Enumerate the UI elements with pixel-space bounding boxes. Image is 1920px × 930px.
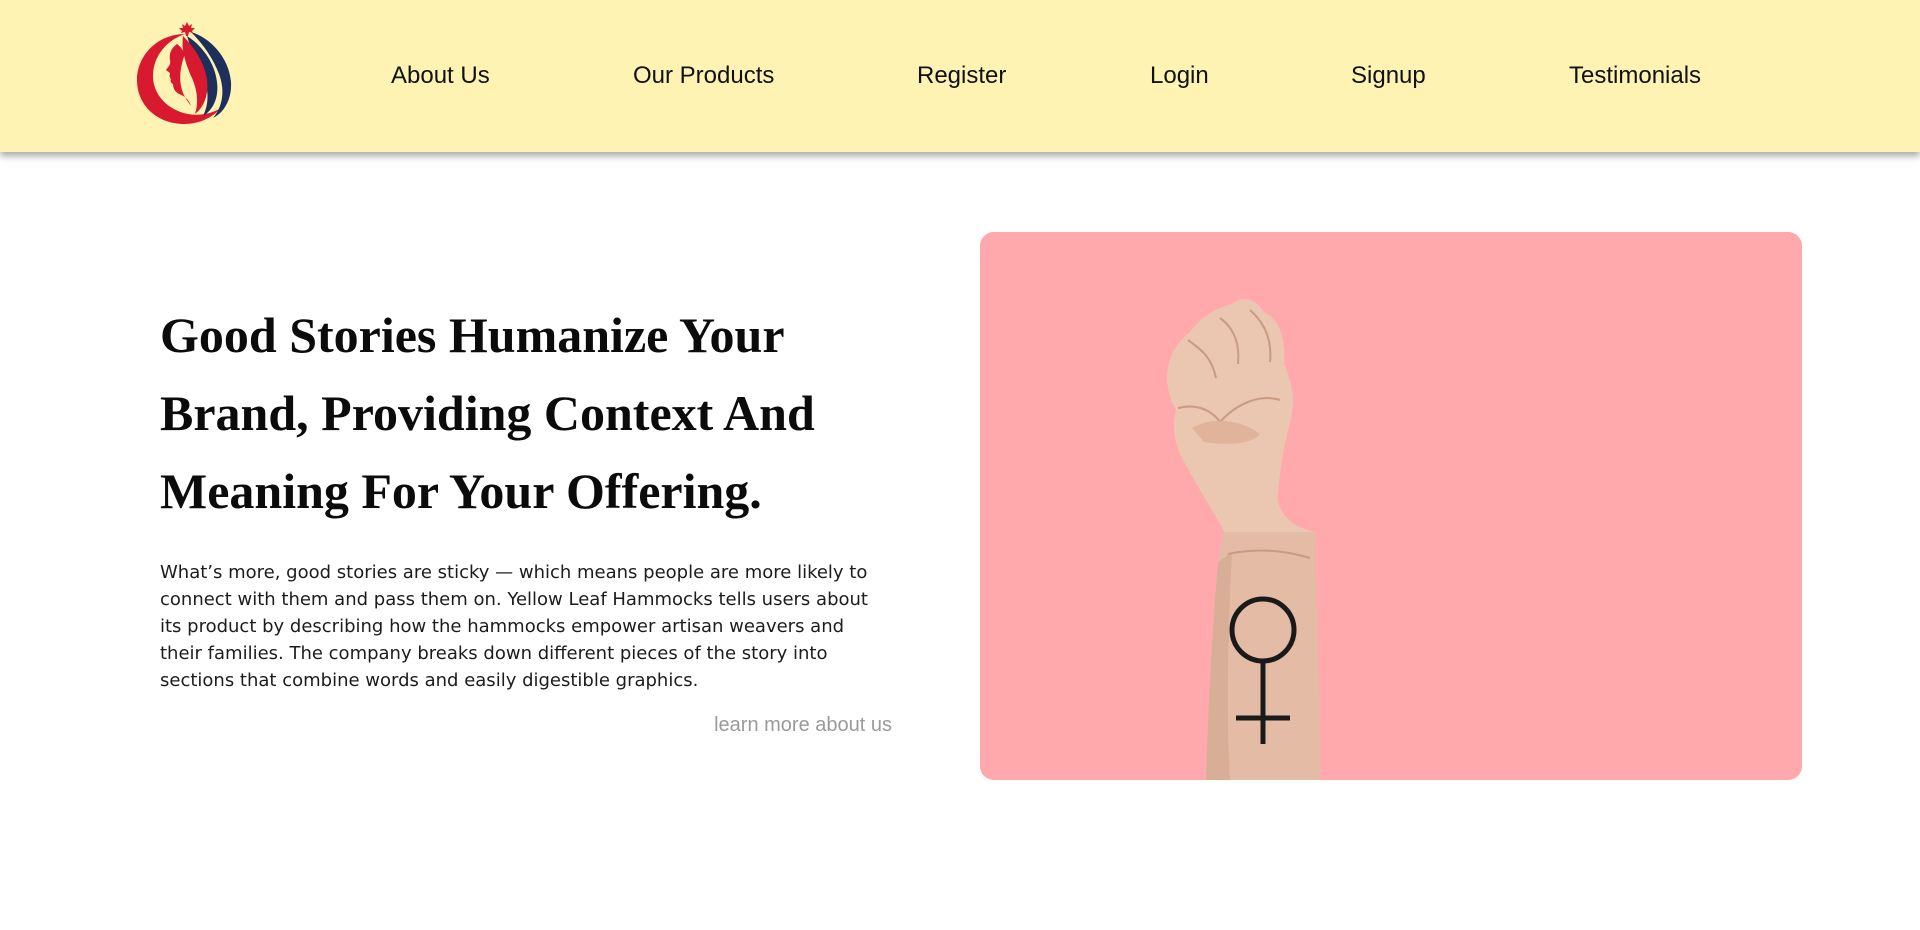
- nav-register[interactable]: Register: [917, 60, 1006, 92]
- nav-testimonials[interactable]: Testimonials: [1569, 60, 1701, 92]
- hero-title: Good Stories Humanize Your Brand, Provid…: [160, 307, 815, 519]
- learn-more-link[interactable]: learn more about us: [714, 711, 892, 739]
- brand-logo-icon[interactable]: [133, 20, 237, 128]
- nav-about-us[interactable]: About Us: [391, 60, 490, 92]
- raised-fist-icon: [980, 232, 1802, 780]
- nav-our-products[interactable]: Our Products: [633, 60, 774, 92]
- hero-description: What’s more, good stories are sticky — w…: [160, 562, 868, 691]
- nav-signup[interactable]: Signup: [1351, 60, 1426, 92]
- nav-login[interactable]: Login: [1150, 60, 1209, 92]
- site-header: About Us Our Products Register Login Sig…: [0, 0, 1920, 152]
- hero-image: [980, 232, 1802, 780]
